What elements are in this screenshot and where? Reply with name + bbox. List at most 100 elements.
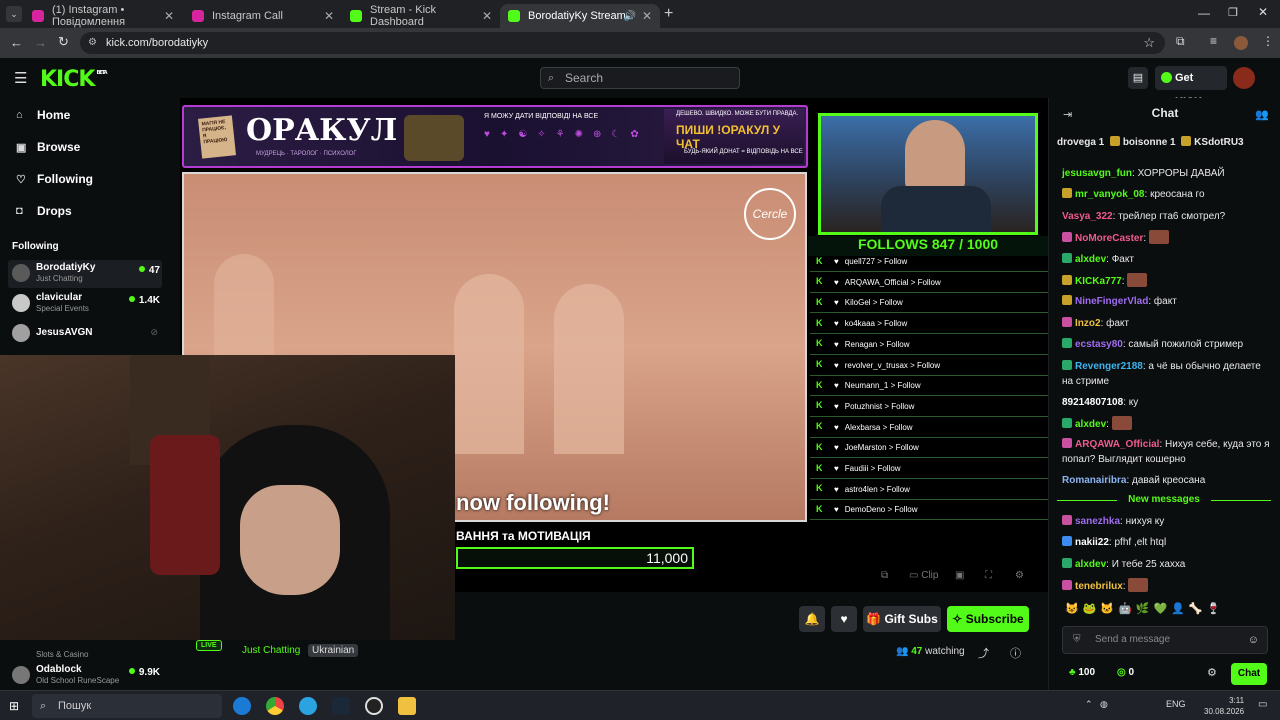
chat-username[interactable]: alxdev: [1075, 559, 1106, 570]
chat-send-button[interactable]: Chat: [1231, 663, 1267, 685]
taskbar-search[interactable]: ⌕ Пошук: [32, 694, 222, 718]
close-icon[interactable]: ✕: [324, 9, 334, 23]
gifter: KSdotRU3: [1194, 137, 1244, 148]
url-field[interactable]: ⚙ kick.com/borodatiyky ☆: [80, 32, 1165, 54]
language-tag[interactable]: Ukrainian: [308, 644, 359, 657]
chat-text: ку: [1128, 396, 1139, 408]
emote-bar[interactable]: 😺🐸🐱🤖🌿💚👤🦴🍷: [1065, 602, 1265, 618]
heart-icon: ♥: [834, 298, 839, 308]
taskbar-clock[interactable]: 3:11 30.08.2026: [1204, 695, 1244, 717]
new-messages-divider[interactable]: New messages: [1057, 494, 1271, 505]
pip-icon[interactable]: ⧉: [881, 570, 888, 581]
speaker-icon[interactable]: 🔊: [624, 11, 636, 22]
chat-username[interactable]: sanezhka: [1075, 516, 1120, 527]
nav-drops[interactable]: ◘ Drops: [16, 204, 72, 218]
chatters-icon[interactable]: 👥: [1255, 108, 1269, 121]
fullscreen-icon[interactable]: ⛶: [985, 570, 992, 581]
nav-label: Following: [37, 172, 93, 186]
chat-username[interactable]: alxdev: [1075, 254, 1106, 265]
followed-channel[interactable]: Odablock Old School RuneScape 9.9K: [8, 662, 162, 690]
gift-subs-label: Gift Subs: [884, 612, 938, 626]
chrome-icon[interactable]: [266, 697, 284, 715]
close-icon[interactable]: ✕: [642, 9, 652, 23]
profile-avatar[interactable]: [1234, 36, 1248, 50]
gift-subs-button[interactable]: 🎁 Gift Subs: [863, 606, 941, 632]
chat-username[interactable]: 89214807108: [1062, 397, 1123, 408]
forward-icon[interactable]: →: [34, 35, 47, 50]
emoji-icon[interactable]: ☺: [1248, 627, 1259, 653]
chat-username[interactable]: Revenger2188: [1075, 361, 1143, 372]
info-icon[interactable]: ⓘ: [1010, 645, 1021, 661]
close-icon[interactable]: ✕: [164, 9, 174, 23]
followed-channel[interactable]: clavicular Special Events 1.4K: [8, 290, 162, 318]
windows-start-icon[interactable]: ⊞: [9, 699, 19, 713]
chat-username[interactable]: mr_vanyok_08: [1075, 189, 1145, 200]
menu-dots-icon[interactable]: ⋮: [1262, 34, 1274, 48]
chat-username[interactable]: tenebrilux: [1075, 581, 1123, 592]
back-icon[interactable]: ←: [10, 35, 23, 50]
telegram-icon[interactable]: [299, 697, 317, 715]
reload-icon[interactable]: ↻: [58, 34, 69, 50]
edge-icon[interactable]: [233, 697, 251, 715]
nav-home[interactable]: ⌂ Home: [16, 108, 70, 122]
obs-icon[interactable]: [365, 697, 383, 715]
tab-borodatiyky-stream[interactable]: BorodatiyKy Stream - Watc🔊 ✕: [500, 4, 660, 28]
tab-instagram-call[interactable]: Instagram Call ✕: [184, 4, 342, 28]
extensions-icon[interactable]: ⧉: [1176, 34, 1185, 49]
channel-points[interactable]: ♣ 100: [1069, 667, 1095, 678]
layout-icon[interactable]: ▤: [1128, 67, 1148, 89]
chat-username[interactable]: ecstasy80: [1075, 339, 1123, 350]
notification-bell-button[interactable]: 🔔: [799, 606, 825, 632]
chat-username[interactable]: nakii22: [1075, 537, 1109, 548]
chat-username[interactable]: KICKa777: [1075, 276, 1122, 287]
followed-channel[interactable]: JesusAVGN ⊘: [8, 320, 162, 348]
get-kicks-button[interactable]: Get KICKs: [1155, 66, 1227, 108]
chat-username[interactable]: NineFingerVlad: [1075, 296, 1148, 307]
file-explorer-icon[interactable]: [398, 697, 416, 715]
bookmark-star-icon[interactable]: ☆: [1143, 32, 1155, 54]
subscribe-button[interactable]: ✧ Subscribe: [947, 606, 1029, 632]
share-icon[interactable]: ⤴: [978, 645, 989, 661]
tray-network-icon[interactable]: ◍: [1100, 699, 1108, 710]
chat-username[interactable]: Romanairibra: [1062, 475, 1126, 486]
search-input[interactable]: ⌕ Search: [540, 67, 740, 89]
window-close-icon[interactable]: ✕: [1258, 5, 1268, 19]
heart-icon: ♥: [834, 257, 839, 266]
tray-chevron-icon[interactable]: ⌃: [1085, 699, 1093, 710]
chat-username[interactable]: ARQAWA_Official: [1075, 439, 1159, 450]
media-icon[interactable]: ≡: [1210, 34, 1217, 48]
kicks-balance[interactable]: ◎ 0: [1117, 667, 1134, 678]
followed-channel[interactable]: BorodatiyKy Just Chatting 47: [8, 260, 162, 288]
nav-browse[interactable]: ▣ Browse: [16, 140, 80, 154]
chat-username[interactable]: Inzo2: [1075, 318, 1101, 329]
restore-icon[interactable]: ❐: [1228, 6, 1238, 19]
chat-settings-icon[interactable]: ⚙: [1207, 666, 1217, 679]
tab-list-icon[interactable]: ⌄: [6, 6, 22, 22]
chat-message-input[interactable]: ⛨ Send a message ☺: [1062, 626, 1268, 654]
gift-badge-icon: [1109, 136, 1120, 146]
new-tab-icon[interactable]: +: [664, 5, 673, 23]
chat-username[interactable]: NoMoreCaster: [1075, 233, 1143, 244]
kick-icon: K: [816, 503, 823, 514]
theater-icon[interactable]: ▣: [955, 570, 964, 581]
follow-heart-button[interactable]: ♥: [831, 606, 857, 632]
nav-following[interactable]: ♡ Following: [16, 172, 93, 186]
user-avatar[interactable]: [1233, 67, 1255, 89]
category-link[interactable]: Just Chatting: [242, 645, 300, 656]
kick-logo[interactable]: KICK BETA: [40, 67, 108, 92]
tab-kick-dashboard[interactable]: Stream - Kick Dashboard ✕: [342, 4, 500, 28]
steam-icon[interactable]: [332, 697, 350, 715]
minimize-icon[interactable]: —: [1198, 6, 1210, 20]
chat-username[interactable]: alxdev: [1075, 419, 1106, 430]
keyboard-language[interactable]: ENG: [1166, 699, 1186, 709]
hamburger-menu-icon[interactable]: ☰: [14, 69, 27, 87]
heart-icon: ♥: [834, 277, 839, 287]
site-info-icon[interactable]: ⚙: [88, 32, 97, 54]
chat-username[interactable]: Vasya_322: [1062, 211, 1113, 222]
clip-button[interactable]: ▭ Clip: [909, 570, 938, 581]
notifications-icon[interactable]: ▭: [1258, 699, 1267, 710]
close-icon[interactable]: ✕: [482, 9, 492, 23]
tab-instagram-messages[interactable]: (1) Instagram • Повідомлення ✕: [24, 4, 182, 28]
chat-username[interactable]: jesusavgn_fun: [1062, 168, 1132, 179]
settings-gear-icon[interactable]: ⚙: [1015, 570, 1024, 581]
